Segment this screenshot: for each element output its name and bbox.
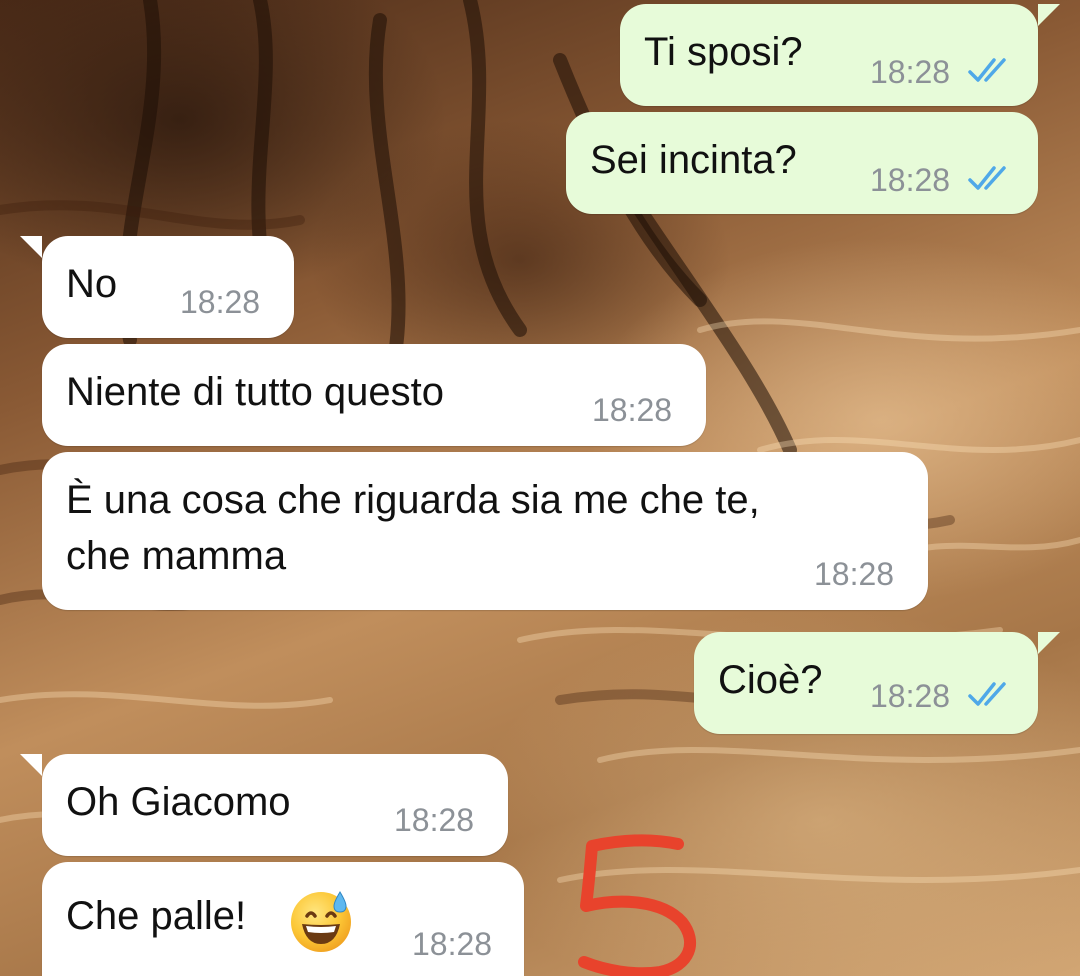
message-timestamp: 18:28	[870, 162, 951, 198]
message-text: Ti sposi?	[644, 30, 803, 74]
message-text-line: che mamma	[66, 534, 287, 578]
double-check-icon	[968, 682, 1006, 706]
bubble-tail	[1038, 4, 1060, 26]
message-timestamp: 18:28	[412, 926, 493, 962]
message-timestamp: 18:28	[394, 802, 475, 838]
message-timestamp: 18:28	[870, 54, 951, 90]
message-text: Oh Giacomo	[66, 780, 291, 824]
message-text: Cioè?	[718, 658, 823, 702]
message-timestamp: 18:28	[814, 556, 895, 592]
incoming-message[interactable]: Che palle! 18:28	[42, 862, 524, 976]
message-text: No	[66, 262, 118, 306]
incoming-message[interactable]: Niente di tutto questo 18:28	[42, 344, 706, 446]
double-check-icon	[968, 58, 1006, 82]
message-text: Niente di tutto questo	[66, 370, 445, 414]
outgoing-message[interactable]: Cioè? 18:28	[694, 632, 1060, 734]
incoming-message[interactable]: È una cosa che riguarda sia me che te, c…	[42, 452, 928, 610]
message-timestamp: 18:28	[870, 678, 951, 714]
outgoing-message[interactable]: Ti sposi? 18:28	[620, 4, 1060, 106]
bubble-tail	[20, 236, 42, 258]
message-timestamp: 18:28	[180, 284, 261, 320]
incoming-message[interactable]: No 18:28	[20, 236, 294, 338]
red-annotation-number	[578, 834, 696, 976]
message-timestamp: 18:28	[592, 392, 673, 428]
message-text: Che palle!	[66, 894, 247, 938]
double-check-icon	[968, 166, 1006, 190]
message-text: Sei incinta?	[590, 138, 797, 182]
grinning-face-with-sweat-icon	[291, 891, 351, 952]
bubble-tail	[20, 754, 42, 776]
message-text-line: È una cosa che riguarda sia me che te,	[66, 478, 760, 522]
bubble-tail	[1038, 632, 1060, 654]
incoming-message[interactable]: Oh Giacomo 18:28	[20, 754, 508, 856]
outgoing-message[interactable]: Sei incinta? 18:28	[566, 112, 1038, 214]
